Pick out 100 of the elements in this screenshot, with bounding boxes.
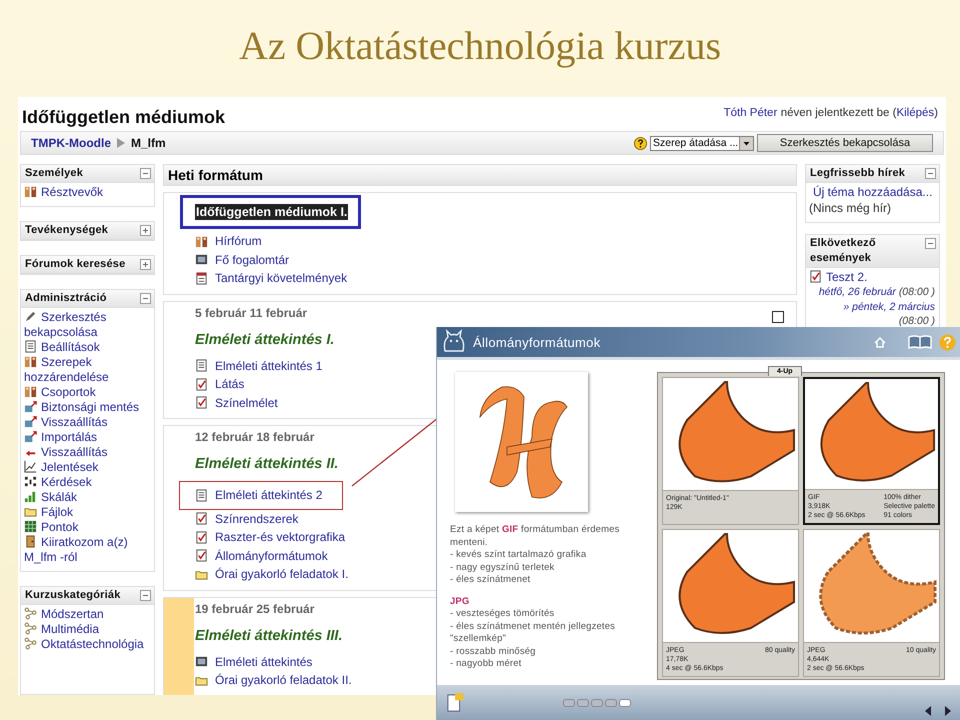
logout-link[interactable]: Kilépés <box>896 107 934 119</box>
nodes-icon <box>24 607 37 620</box>
square-icon[interactable] <box>772 310 784 322</box>
activity-link[interactable]: Látás <box>195 375 244 394</box>
pencil-icon <box>24 310 37 323</box>
document-icon[interactable] <box>447 692 465 714</box>
activity-link[interactable]: Órai gyakorló feladatok I. <box>195 565 348 584</box>
document-icon <box>24 340 37 353</box>
sidebar-link[interactable]: Visszaállítás <box>24 415 152 430</box>
bullet-text: - rosszabb minőség <box>450 646 537 658</box>
site-title: Időfüggetlen médiumok <box>22 107 226 128</box>
door-icon <box>24 535 37 548</box>
activity-link[interactable]: Elméleti áttekintés 2 <box>179 481 344 510</box>
sidebar-link[interactable]: Szerepek hozzárendelése <box>24 355 152 385</box>
nodes-icon <box>24 637 37 650</box>
activity-link[interactable]: Tantárgyi követelmények <box>195 269 348 288</box>
help-icon[interactable] <box>634 136 647 150</box>
section-heading: Elméleti áttekintés II. <box>195 456 338 472</box>
sidebar-link[interactable]: Módszertan <box>24 607 152 622</box>
collapse-icon[interactable] <box>925 168 936 179</box>
week-dates: 19 február 25 február <box>195 602 314 616</box>
slide-title: Az Oktatástechnológia kurzus <box>238 22 722 70</box>
sidebar-link[interactable]: Kérdések <box>24 475 152 490</box>
checked-document-icon <box>195 549 208 562</box>
document-icon <box>195 488 208 502</box>
activity-link[interactable]: Állományformátumok <box>195 546 328 565</box>
sidebar-link[interactable]: Skálák <box>24 490 152 505</box>
checked-document-icon <box>809 270 822 283</box>
block-title: Tevékenységek <box>25 223 110 238</box>
sidebar-link[interactable]: Multimédia <box>24 622 152 637</box>
sidebar-link[interactable]: Szerkesztés bekapcsolása <box>24 310 152 340</box>
breadcrumb-current: M_lfm <box>131 136 166 150</box>
role-select[interactable]: Szerep átadása ... <box>650 136 754 150</box>
description-text: Ezt a képet GIF formátumban érdemes menteni. <box>450 524 620 549</box>
calendar-icon <box>195 272 208 285</box>
bullet-text: - veszteséges tömörítés <box>450 608 556 620</box>
activity-link[interactable]: Elméleti áttekintés <box>195 652 312 671</box>
sidebar-link[interactable]: Importálás <box>24 430 152 445</box>
people-icon <box>195 234 208 248</box>
activity-link[interactable]: Elméleti áttekintés 1 <box>195 356 322 375</box>
week-dates: 12 február 18 február <box>195 430 314 444</box>
breadcrumb-link[interactable]: TMPK-Moodle <box>31 136 111 150</box>
collapse-icon[interactable] <box>140 293 151 304</box>
user-link[interactable]: Tóth Péter <box>724 107 778 119</box>
expand-icon[interactable] <box>140 259 151 270</box>
document-icon <box>195 359 208 372</box>
block-title: Adminisztráció <box>25 291 108 306</box>
collapse-icon[interactable] <box>140 590 151 601</box>
block-title: Elkövetkező események <box>810 236 877 266</box>
bullet-text: - nagy egyszínű terletek <box>450 562 556 574</box>
separator-icon <box>117 138 125 148</box>
collapse-icon[interactable] <box>140 168 151 179</box>
collapse-icon[interactable] <box>925 238 936 249</box>
dots-icon <box>24 475 37 488</box>
people-icon <box>24 185 37 198</box>
sidebar-link[interactable]: Biztonsági mentés <box>24 400 152 415</box>
checked-document-icon <box>195 530 208 544</box>
box-arrow-icon <box>24 415 37 428</box>
box-arrow-icon <box>24 400 37 413</box>
format-heading: JPG <box>450 596 470 608</box>
activity-link[interactable]: Hírfórum <box>195 232 262 250</box>
book-icon <box>195 655 208 668</box>
expand-icon[interactable] <box>140 225 151 236</box>
activity-link[interactable]: Raszter-és vektorgrafika <box>195 528 346 546</box>
sidebar-link[interactable]: Résztvevők <box>24 185 152 200</box>
activity-link[interactable]: Fő fogalomtár <box>195 250 290 269</box>
event-time: (08:00 ) <box>898 315 935 327</box>
checked-document-icon <box>195 512 208 526</box>
sidebar-link[interactable]: Oktatástechnológia <box>24 637 152 652</box>
block-title: Legfrissebb hírek <box>810 166 906 181</box>
bar-chart-icon <box>24 490 37 503</box>
sidebar-link[interactable]: Jelentések <box>24 460 152 475</box>
sidebar-link[interactable]: Pontok <box>24 520 152 535</box>
popup-title: Állományformátumok <box>473 334 602 350</box>
event-time: (08:00 ) <box>898 286 935 298</box>
add-topic-link[interactable]: Új téma hozzáadása... <box>809 185 937 200</box>
event-date-link[interactable]: » péntek, 2 március <box>843 300 935 312</box>
box-arrow-icon <box>24 430 37 443</box>
sidebar-link[interactable]: Visszaállítás <box>24 445 152 460</box>
book-icon[interactable] <box>907 334 933 350</box>
event-link[interactable]: Teszt 2. <box>809 270 937 285</box>
sidebar-link[interactable]: Kiiratkozom a(z) M_lfm -ról <box>24 535 152 565</box>
bullet-text: - éles színátmenet <box>450 574 532 586</box>
section-heading: Elméleti áttekintés III. <box>195 628 342 644</box>
bullet-text: - kevés színt tartalmazó grafika <box>450 549 588 562</box>
sidebar-link[interactable]: Beállítások <box>24 340 152 355</box>
activity-link[interactable]: Színelmélet <box>195 394 278 412</box>
empty-note: (Nincs még hír) <box>809 200 892 216</box>
block-title: Fórumok keresése <box>25 257 126 272</box>
edit-mode-button[interactable]: Szerkesztés bekapcsolása <box>757 134 933 152</box>
section-heading: Elméleti áttekintés I. <box>195 332 334 348</box>
section-heading: Időfüggetlen médiumok I. <box>195 204 348 220</box>
event-date-link[interactable]: hétfő, 26 február <box>818 286 896 298</box>
bullet-text: - éles színátmenet mentén jellegzetes "szellemkép" <box>450 620 616 646</box>
activity-link[interactable]: Órai gyakorló feladatok II. <box>195 671 352 690</box>
bullet-text: - nagyobb méret <box>450 658 522 670</box>
line-chart-icon <box>24 460 37 473</box>
sidebar-link[interactable]: Fájlok <box>24 505 152 520</box>
sidebar-link[interactable]: Csoportok <box>24 385 152 400</box>
activity-link[interactable]: Színrendszerek <box>195 510 298 528</box>
